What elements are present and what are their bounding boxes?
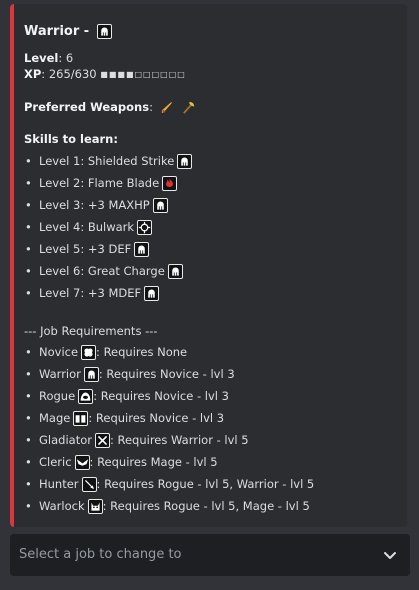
job-item-content: Gladiator : Requires Warrior - lvl 5 [39, 429, 249, 451]
arrow-icon [81, 477, 97, 492]
skill-text: Level 2: Flame Blade [39, 176, 160, 190]
skill-item-content: Level 2: Flame Blade [39, 172, 178, 194]
axe-icon [181, 100, 196, 115]
preferred-weapons-label: Preferred Weapons [24, 100, 150, 114]
job-item-content: Warrior : Requires Novice - lvl 3 [39, 363, 235, 385]
level-value: : 6 [58, 51, 74, 65]
level-line: Level: 6 [24, 51, 73, 65]
helmet-icon [134, 242, 150, 257]
clover-icon [81, 345, 97, 360]
xp-progress-bar: ■■■■□□□□□□ [100, 70, 186, 79]
level-label: Level [24, 51, 59, 65]
book-icon [73, 411, 89, 426]
skill-item-content: Level 5: +3 DEF [39, 238, 150, 260]
bullet: • [25, 198, 32, 212]
bullet: • [25, 499, 32, 513]
job-requirement: : Requires Novice - lvl 3 [98, 367, 235, 381]
embed-title: Warrior - [24, 24, 112, 39]
job-embed: Warrior - Level: 6 XP: 265/630 ■■■■□□□□□… [10, 4, 407, 527]
bullet: • [25, 389, 32, 403]
bullet: • [25, 286, 32, 300]
skill-item-content: Level 3: +3 MAXHP [39, 194, 168, 216]
job-name: Mage [39, 411, 71, 425]
job-item-content: Mage : Requires Novice - lvl 3 [39, 407, 224, 429]
bullet: • [25, 242, 32, 256]
helmet-icon [83, 367, 99, 382]
skill-item-content: Level 4: Bulwark [39, 216, 153, 238]
job-item-content: Cleric : Requires Mage - lvl 5 [39, 451, 218, 473]
job-name: Warlock [39, 499, 85, 513]
job-name: Novice [39, 345, 79, 359]
chevron-down-icon [384, 552, 396, 559]
crossed-swords-icon [94, 433, 110, 448]
bullet: • [25, 455, 32, 469]
xp-value: : 265/630 [41, 67, 97, 81]
flame-blade-icon [162, 176, 178, 191]
job-item-content: Novice : Requires None [39, 341, 187, 363]
hood-icon [78, 389, 94, 404]
job-item-content: Hunter : Requires Rogue - lvl 5, Warrior … [39, 473, 314, 495]
skill-item-content: Level 1: Shielded Strike [39, 150, 193, 172]
xp-line: XP: 265/630 ■■■■□□□□□□ [24, 67, 186, 81]
job-requirement: : Requires Rogue - lvl 5, Mage - lvl 5 [102, 499, 310, 513]
job-requirement: : Requires Mage - lvl 5 [89, 455, 218, 469]
skill-text: Level 1: Shielded Strike [39, 154, 175, 168]
bullet: • [25, 411, 32, 425]
skill-text: Level 3: +3 MAXHP [39, 198, 150, 212]
bullet: • [25, 345, 32, 359]
helmet-icon [96, 24, 112, 39]
skill-text: Level 7: +3 MDEF [39, 286, 142, 300]
bullet: • [25, 264, 32, 278]
job-select-dropdown[interactable]: Select a job to change to [10, 534, 410, 576]
helmet-icon [167, 264, 183, 279]
job-requirements-header: --- Job Requirements --- [24, 324, 158, 338]
job-name: Warrior [39, 367, 81, 381]
skill-item-content: Level 6: Great Charge [39, 260, 183, 282]
xp-label: XP [24, 67, 42, 81]
job-item-content: Warlock : Requires Rogue - lvl 5, Mage - … [39, 495, 310, 517]
helmet-icon [144, 286, 160, 301]
job-name: Rogue [39, 389, 76, 403]
skill-text: Level 4: Bulwark [39, 220, 135, 234]
wings-icon [74, 455, 90, 470]
embed-accent-bar [10, 4, 14, 527]
bulwark-icon [137, 220, 153, 235]
skills-header: Skills to learn: [24, 132, 118, 146]
sword-icon [160, 100, 175, 115]
job-select-placeholder: Select a job to change to [19, 547, 182, 562]
embed-title-text: Warrior - [24, 24, 90, 39]
job-requirement: : Requires Novice - lvl 3 [93, 389, 229, 403]
bullet: • [25, 154, 32, 168]
helmet-icon [152, 198, 168, 213]
job-requirement: : Requires None [96, 345, 188, 359]
skill-item-content: Level 7: +3 MDEF [39, 282, 160, 304]
job-requirement: : Requires Warrior - lvl 5 [109, 433, 249, 447]
skill-text: Level 5: +3 DEF [39, 242, 132, 256]
job-requirement: : Requires Novice - lvl 3 [88, 411, 225, 425]
preferred-weapons-line: Preferred Weapons: [24, 100, 196, 115]
job-name: Gladiator [39, 433, 92, 447]
job-name: Cleric [39, 455, 72, 469]
job-requirement: : Requires Rogue - lvl 5, Warrior - lvl … [96, 477, 315, 491]
skill-text: Level 6: Great Charge [39, 264, 165, 278]
bullet: • [25, 433, 32, 447]
helmet-icon [177, 154, 193, 169]
demon-icon [87, 499, 103, 514]
job-name: Hunter [39, 477, 79, 491]
bullet: • [25, 176, 32, 190]
bullet: • [25, 367, 32, 381]
bullet: • [25, 477, 32, 491]
job-item-content: Rogue : Requires Novice - lvl 3 [39, 385, 229, 407]
bullet: • [25, 220, 32, 234]
